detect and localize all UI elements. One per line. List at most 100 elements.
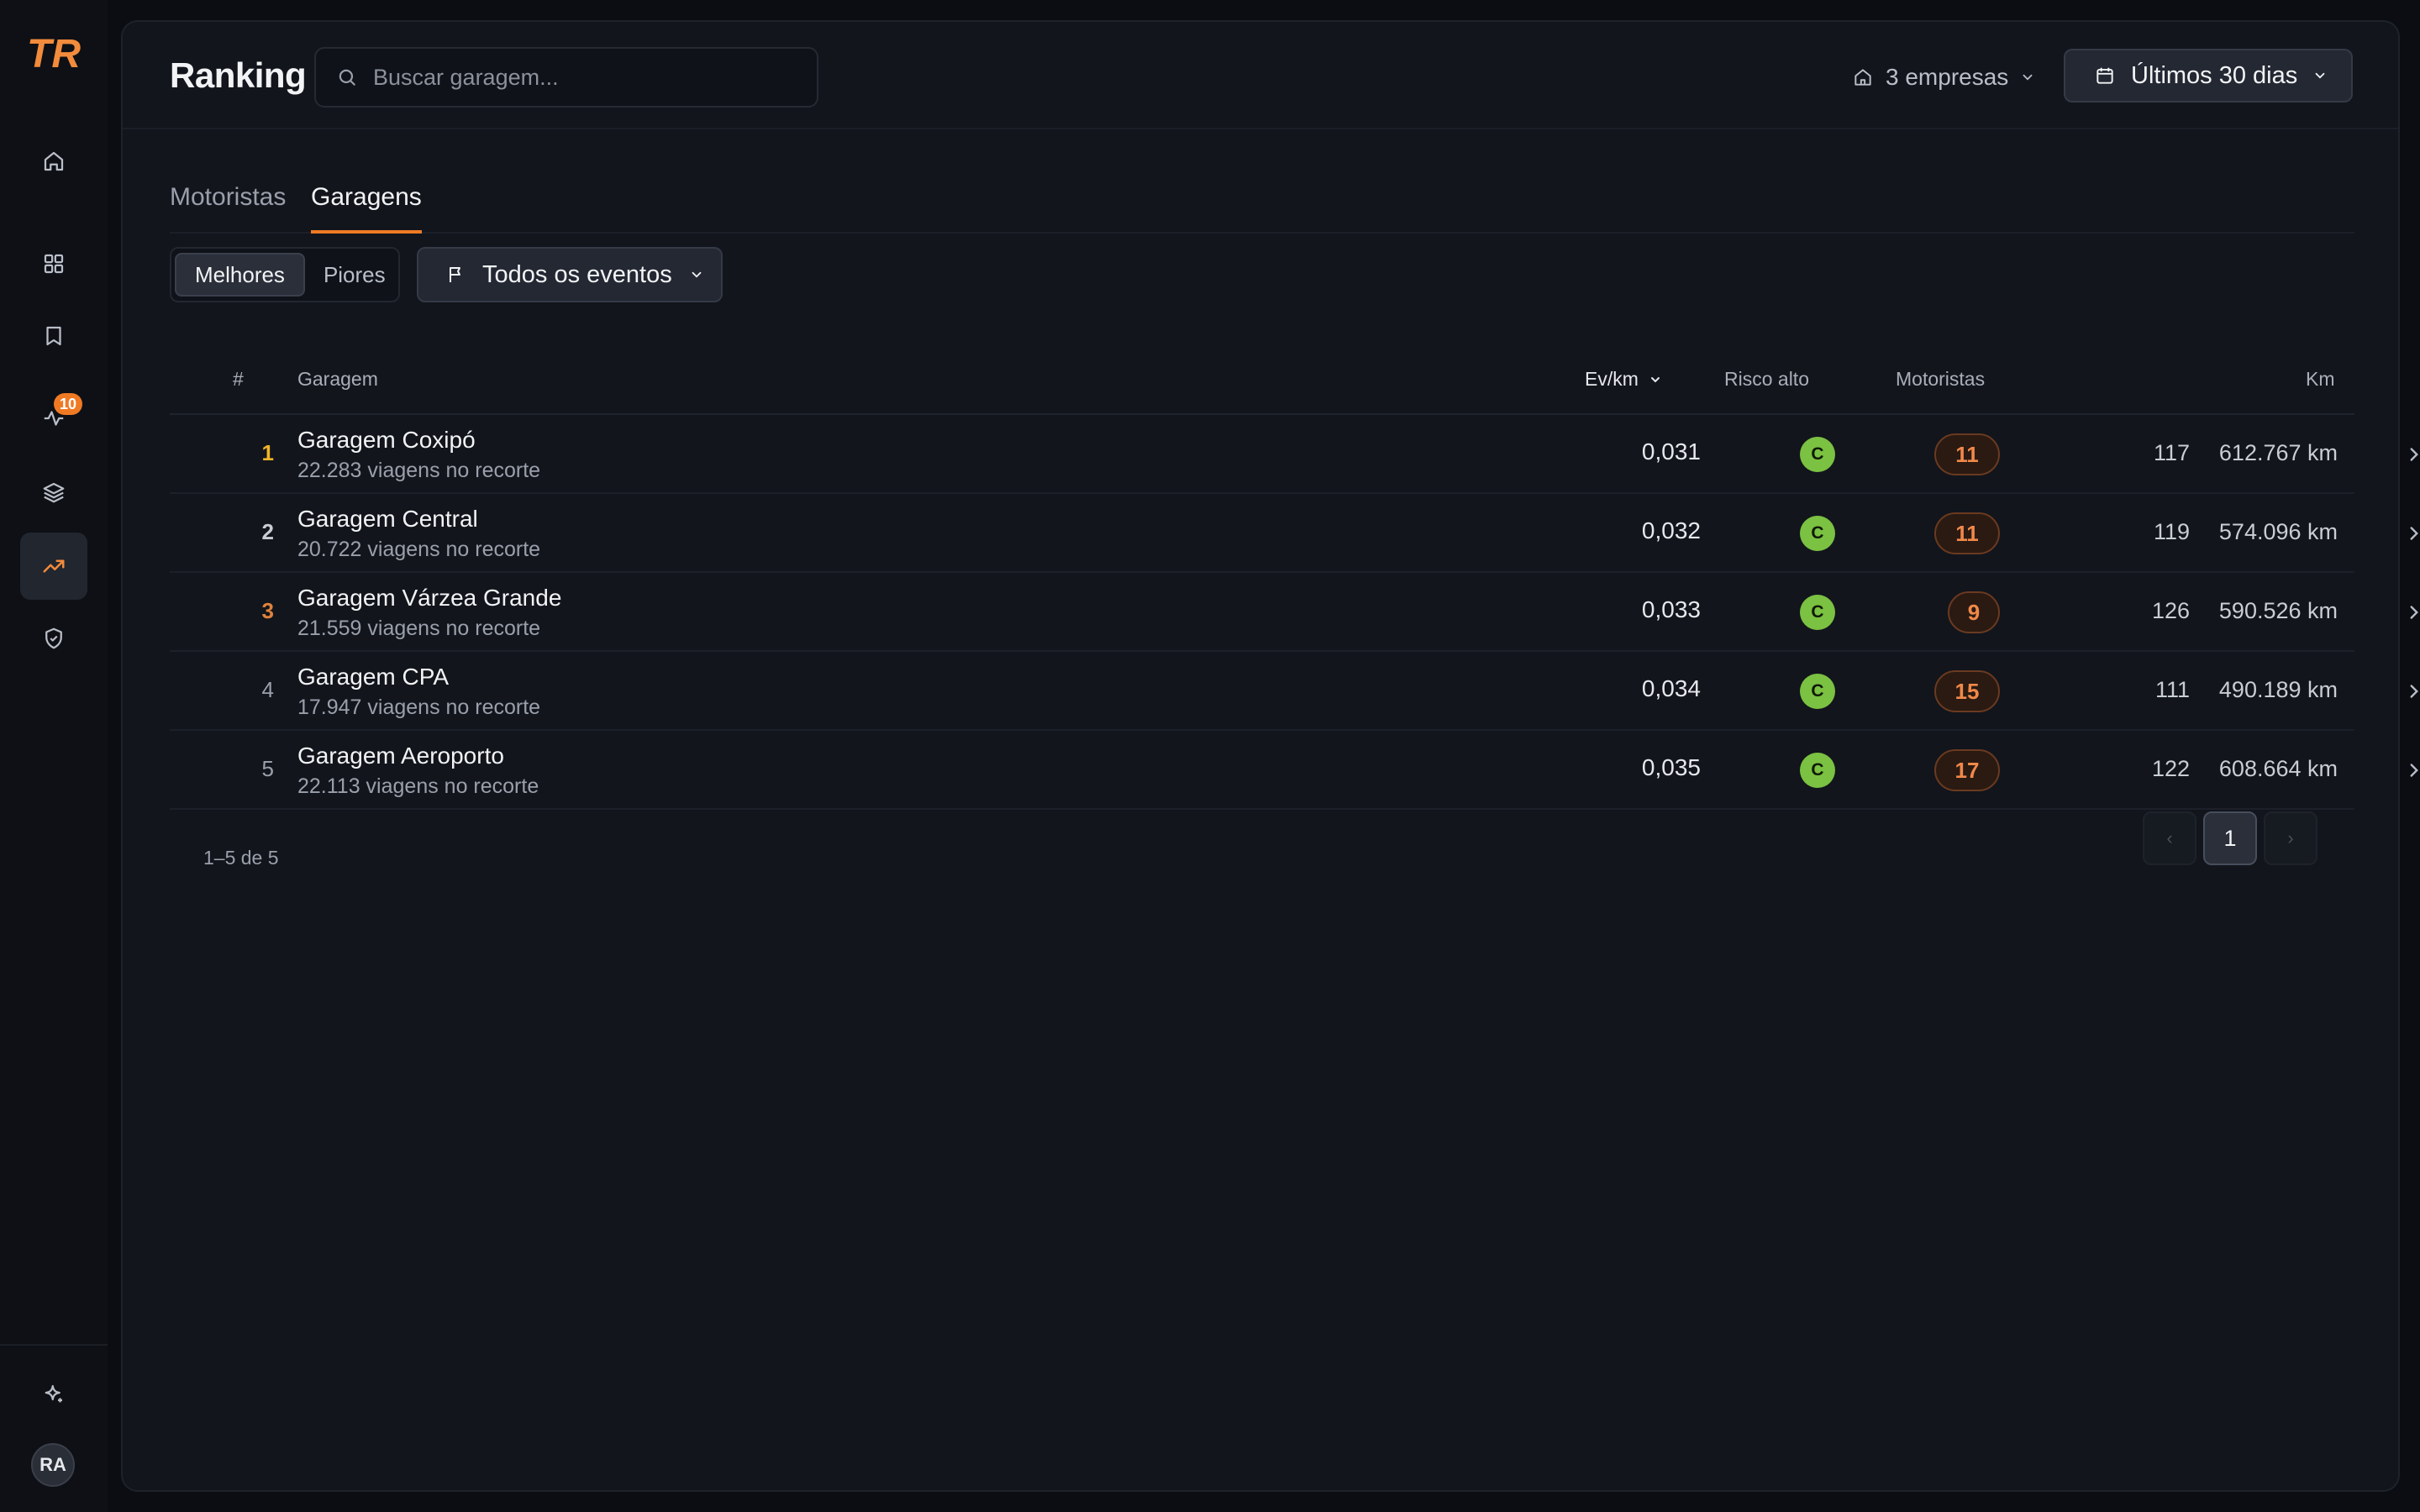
sparkle-icon	[45, 1384, 62, 1403]
chevron-down-icon	[2315, 72, 2325, 79]
table-row[interactable]: 2 Garagem Central 20.722 viagens no reco…	[170, 494, 2418, 573]
evkm-value: 0,031	[1641, 438, 1701, 465]
nav-dashboard[interactable]	[20, 230, 87, 297]
rank-number: 1	[261, 440, 274, 465]
search-icon	[339, 69, 355, 86]
home-icon	[44, 151, 64, 171]
nav-home[interactable]	[20, 128, 87, 195]
events-filter-label: Todos os eventos	[482, 260, 672, 288]
calendar-icon	[2096, 67, 2113, 84]
km-value: 574.096 km	[2218, 519, 2338, 544]
building-icon	[1854, 69, 1871, 86]
svg-text:TR: TR	[27, 32, 81, 76]
risk-badge: 11	[1934, 433, 2000, 475]
garage-trips: 20.722 viagens no recorte	[297, 538, 541, 561]
segment-melhores[interactable]: Melhores	[175, 253, 305, 297]
shield-check-icon	[45, 627, 62, 649]
pagination-info: 1–5 de 5	[203, 847, 279, 869]
ranking-table: # Garagem Ev/km Risco alto Motoristas Km…	[170, 344, 2418, 810]
nav-activity[interactable]: 10	[20, 385, 87, 452]
sidebar: TR 10 RA	[0, 0, 108, 1512]
date-range-label: Últimos 30 dias	[2131, 61, 2298, 89]
brand-logo[interactable]: TR	[25, 30, 81, 76]
chevron-right-icon[interactable]	[2403, 759, 2420, 781]
sort-desc-icon	[1650, 376, 1660, 382]
segment-piores[interactable]: Piores	[305, 253, 404, 297]
garage-name: Garagem Várzea Grande	[297, 585, 562, 611]
layers-icon	[43, 482, 65, 503]
nav-ranking[interactable]	[20, 533, 87, 600]
flag-icon	[450, 267, 460, 282]
garage-trips: 22.283 viagens no recorte	[297, 459, 541, 482]
col-km: Km	[2306, 368, 2335, 390]
km-value: 590.526 km	[2218, 598, 2338, 623]
chevron-right-icon[interactable]	[2403, 680, 2420, 702]
km-value: 612.767 km	[2218, 440, 2338, 465]
col-evkm-sort[interactable]: Ev/km	[1585, 368, 1662, 391]
evkm-value: 0,032	[1641, 517, 1701, 543]
grade-badge: C	[1800, 753, 1835, 788]
risk-badge: 17	[1934, 749, 2000, 791]
table-row[interactable]: 5 Garagem Aeroporto 22.113 viagens no re…	[170, 731, 2418, 810]
nav-layers[interactable]	[20, 459, 87, 526]
pagination-next-button[interactable]: ›	[2264, 811, 2317, 865]
garage-trips: 22.113 viagens no recorte	[297, 774, 539, 798]
garage-name: Garagem Aeroporto	[297, 743, 504, 769]
tab-motoristas[interactable]: Motoristas	[170, 183, 286, 230]
pagination-prev-button[interactable]: ‹	[2143, 811, 2196, 865]
nav-security[interactable]	[20, 605, 87, 672]
evkm-value: 0,033	[1641, 596, 1701, 622]
nav-assistant[interactable]	[20, 1361, 87, 1428]
col-rank: #	[233, 368, 244, 390]
grid-icon	[44, 254, 64, 274]
page-title: Ranking	[170, 55, 307, 95]
rank-number: 5	[261, 756, 274, 781]
evkm-value: 0,035	[1641, 754, 1701, 780]
table-row[interactable]: 3 Garagem Várzea Grande 21.559 viagens n…	[170, 573, 2418, 652]
risk-badge: 9	[1948, 591, 2000, 633]
search-box[interactable]	[314, 47, 818, 108]
grade-badge: C	[1800, 595, 1835, 630]
pagination-page-1[interactable]: 1	[2203, 811, 2257, 865]
chevron-right-icon[interactable]	[2403, 522, 2420, 544]
best-worst-toggle: Melhores Piores	[170, 247, 400, 302]
km-value: 490.189 km	[2218, 677, 2338, 702]
table-header: # Garagem Ev/km Risco alto Motoristas Km	[170, 344, 2354, 415]
search-input[interactable]	[373, 64, 793, 91]
events-filter-button[interactable]: Todos os eventos	[417, 247, 723, 302]
col-risk: Risco alto	[1724, 368, 1809, 390]
garage-name: Garagem Central	[297, 506, 478, 532]
garage-trips: 21.559 viagens no recorte	[297, 617, 541, 640]
chevron-down-icon	[2023, 74, 2033, 81]
table-row[interactable]: 4 Garagem CPA 17.947 viagens no recorte …	[170, 652, 2418, 731]
rank-number: 4	[261, 677, 274, 702]
chevron-down-icon	[692, 271, 702, 278]
bookmark-icon	[46, 326, 61, 346]
main-panel: Ranking 3 empresas Últimos 30 dias Motor…	[121, 20, 2418, 1492]
nav-saved[interactable]	[20, 302, 87, 370]
table-row[interactable]: 1 Garagem Coxipó 22.283 viagens no recor…	[170, 415, 2418, 494]
col-drivers: Motoristas	[1896, 368, 1986, 390]
page-header: Ranking 3 empresas Últimos 30 dias	[123, 22, 2398, 129]
garage-name: Garagem CPA	[297, 664, 449, 690]
date-range-button[interactable]: Últimos 30 dias	[2064, 49, 2353, 102]
chevron-right-icon[interactable]	[2403, 601, 2420, 623]
evkm-value: 0,034	[1641, 675, 1701, 701]
tab-garagens[interactable]: Garagens	[311, 183, 422, 234]
rank-number: 3	[261, 598, 274, 623]
trending-up-icon	[43, 559, 65, 573]
company-select[interactable]: 3 empresas	[1852, 59, 2035, 96]
user-avatar[interactable]: RA	[31, 1443, 75, 1487]
app-root: TR 10 RA Ranking Buscar garagem... 3 emp…	[0, 0, 2420, 1512]
grade-badge: C	[1800, 674, 1835, 709]
chevron-right-icon[interactable]	[2403, 444, 2420, 465]
garage-name: Garagem Coxipó	[297, 427, 476, 453]
col-evkm-label: Ev/km	[1585, 368, 1639, 390]
col-garage: Garagem	[297, 368, 378, 390]
risk-badge: 11	[1934, 512, 2000, 554]
km-value: 608.664 km	[2218, 756, 2338, 781]
grade-badge: C	[1800, 437, 1835, 472]
risk-badge: 15	[1934, 670, 2000, 712]
company-select-label: 3 empresas	[1886, 64, 2009, 90]
garage-trips: 17.947 viagens no recorte	[297, 696, 541, 719]
